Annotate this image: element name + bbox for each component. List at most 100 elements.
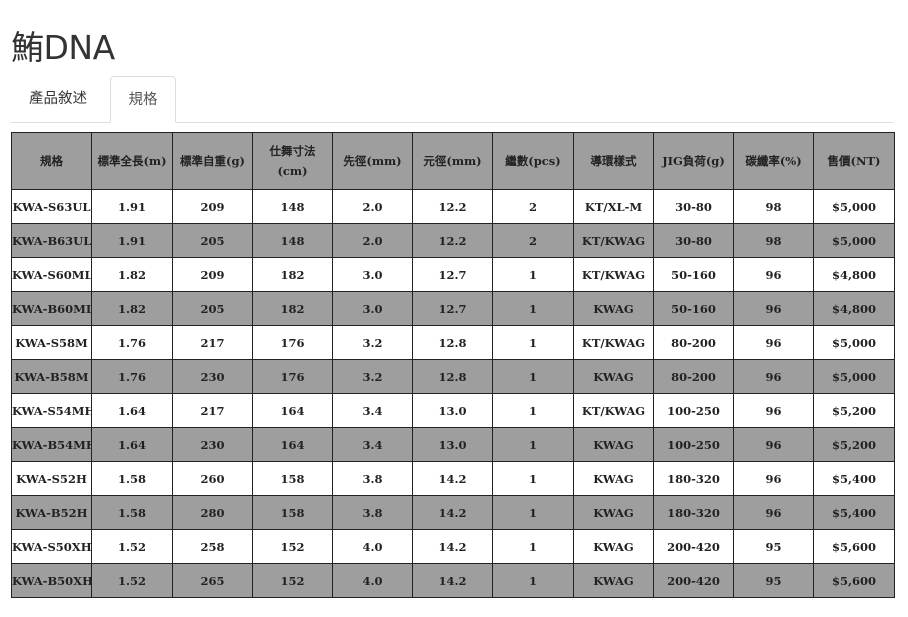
- cell-weight: 265: [172, 563, 253, 598]
- cell-carbon-ratio: 96: [733, 427, 814, 462]
- cell-tip-diameter: 3.4: [332, 393, 413, 428]
- table-row: KWA-S60ML 1.82 209 182 3.0 12.7 1 KT/KWAG 50-160…: [11, 257, 895, 292]
- cell-price: $4,800: [813, 257, 895, 292]
- cell-length: 1.64: [91, 393, 173, 428]
- cell-tip-diameter: 3.0: [332, 291, 413, 326]
- cell-price: $5,200: [813, 427, 895, 462]
- cell-pieces: 2: [492, 223, 574, 258]
- cell-butt-diameter: 13.0: [412, 393, 493, 428]
- cell-tip-diameter: 3.8: [332, 461, 413, 496]
- cell-carbon-ratio: 98: [733, 189, 814, 224]
- tab-product-description[interactable]: 產品敘述: [11, 76, 109, 121]
- cell-carbon-ratio: 95: [733, 529, 814, 564]
- cell-jig-weight: 80-200: [653, 325, 734, 360]
- table-row: KWA-B54MH 1.64 230 164 3.4 13.0 1 KWAG 100-250 96…: [11, 427, 895, 462]
- tab-specifications[interactable]: 規格: [110, 76, 176, 123]
- cell-closed-length: 176: [252, 359, 333, 394]
- cell-closed-length: 182: [252, 291, 333, 326]
- cell-guide-type: KWAG: [573, 495, 654, 530]
- cell-length: 1.82: [91, 257, 173, 292]
- cell-jig-weight: 200-420: [653, 563, 734, 598]
- cell-carbon-ratio: 96: [733, 495, 814, 530]
- col-header-price: 售價(NT): [813, 132, 895, 190]
- cell-tip-diameter: 3.8: [332, 495, 413, 530]
- cell-closed-length: 158: [252, 461, 333, 496]
- cell-butt-diameter: 12.2: [412, 189, 493, 224]
- cell-model: KWA-B63UL: [11, 223, 92, 258]
- cell-closed-length: 148: [252, 223, 333, 258]
- cell-price: $5,000: [813, 359, 895, 394]
- cell-jig-weight: 100-250: [653, 393, 734, 428]
- cell-pieces: 1: [492, 529, 574, 564]
- cell-jig-weight: 100-250: [653, 427, 734, 462]
- cell-butt-diameter: 14.2: [412, 461, 493, 496]
- cell-guide-type: KT/KWAG: [573, 325, 654, 360]
- col-header-weight: 標準自重(g): [172, 132, 253, 190]
- cell-closed-length: 152: [252, 529, 333, 564]
- cell-jig-weight: 80-200: [653, 359, 734, 394]
- cell-model: KWA-B60ML: [11, 291, 92, 326]
- col-header-carbon-ratio: 碳纖率(%): [733, 132, 814, 190]
- cell-length: 1.52: [91, 529, 173, 564]
- cell-guide-type: KWAG: [573, 461, 654, 496]
- table-body: KWA-S63UL 1.91 209 148 2.0 12.2 2 KT/XL-M 30-80 9…: [11, 189, 895, 598]
- cell-model: KWA-S60ML: [11, 257, 92, 292]
- cell-tip-diameter: 4.0: [332, 563, 413, 598]
- cell-closed-length: 182: [252, 257, 333, 292]
- cell-guide-type: KT/KWAG: [573, 223, 654, 258]
- cell-length: 1.91: [91, 189, 173, 224]
- cell-model: KWA-B58M: [11, 359, 92, 394]
- cell-closed-length: 158: [252, 495, 333, 530]
- table-row: KWA-B63UL 1.91 205 148 2.0 12.2 2 KT/KWAG 30-80 9…: [11, 223, 895, 258]
- cell-pieces: 1: [492, 257, 574, 292]
- cell-butt-diameter: 12.2: [412, 223, 493, 258]
- col-header-length: 標準全長(m): [91, 132, 173, 190]
- cell-butt-diameter: 13.0: [412, 427, 493, 462]
- cell-tip-diameter: 2.0: [332, 189, 413, 224]
- cell-price: $5,600: [813, 529, 895, 564]
- cell-price: $5,000: [813, 325, 895, 360]
- table-row: KWA-S52H 1.58 260 158 3.8 14.2 1 KWAG 180-320 96 $…: [11, 461, 895, 496]
- cell-guide-type: KWAG: [573, 563, 654, 598]
- cell-price: $4,800: [813, 291, 895, 326]
- cell-length: 1.52: [91, 563, 173, 598]
- cell-guide-type: KWAG: [573, 427, 654, 462]
- col-header-model: 規格: [11, 132, 92, 190]
- cell-closed-length: 176: [252, 325, 333, 360]
- cell-length: 1.76: [91, 325, 173, 360]
- cell-length: 1.58: [91, 495, 173, 530]
- table-row: KWA-B60ML 1.82 205 182 3.0 12.7 1 KWAG 50-160 96 $…: [11, 291, 895, 326]
- cell-carbon-ratio: 95: [733, 563, 814, 598]
- col-header-closed-length: 仕舞寸法(cm): [252, 132, 333, 190]
- cell-tip-diameter: 3.2: [332, 325, 413, 360]
- cell-jig-weight: 30-80: [653, 189, 734, 224]
- cell-price: $5,400: [813, 461, 895, 496]
- cell-weight: 280: [172, 495, 253, 530]
- cell-jig-weight: 180-320: [653, 495, 734, 530]
- cell-model: KWA-S52H: [11, 461, 92, 496]
- cell-model: KWA-S63UL: [11, 189, 92, 224]
- cell-jig-weight: 200-420: [653, 529, 734, 564]
- cell-price: $5,200: [813, 393, 895, 428]
- cell-guide-type: KT/KWAG: [573, 257, 654, 292]
- cell-weight: 205: [172, 223, 253, 258]
- cell-closed-length: 164: [252, 427, 333, 462]
- cell-model: KWA-B54MH: [11, 427, 92, 462]
- cell-jig-weight: 30-80: [653, 223, 734, 258]
- cell-weight: 260: [172, 461, 253, 496]
- cell-butt-diameter: 12.7: [412, 291, 493, 326]
- cell-model: KWA-B50XH: [11, 563, 92, 598]
- page-title: 鮪DNA: [11, 28, 115, 68]
- cell-tip-diameter: 3.2: [332, 359, 413, 394]
- cell-price: $5,000: [813, 223, 895, 258]
- cell-closed-length: 148: [252, 189, 333, 224]
- table-row: KWA-B50XH 1.52 265 152 4.0 14.2 1 KWAG 200-420 95…: [11, 563, 895, 598]
- cell-closed-length: 152: [252, 563, 333, 598]
- cell-guide-type: KT/XL-M: [573, 189, 654, 224]
- cell-length: 1.64: [91, 427, 173, 462]
- cell-guide-type: KWAG: [573, 359, 654, 394]
- cell-pieces: 1: [492, 359, 574, 394]
- cell-closed-length: 164: [252, 393, 333, 428]
- cell-pieces: 1: [492, 495, 574, 530]
- cell-carbon-ratio: 96: [733, 325, 814, 360]
